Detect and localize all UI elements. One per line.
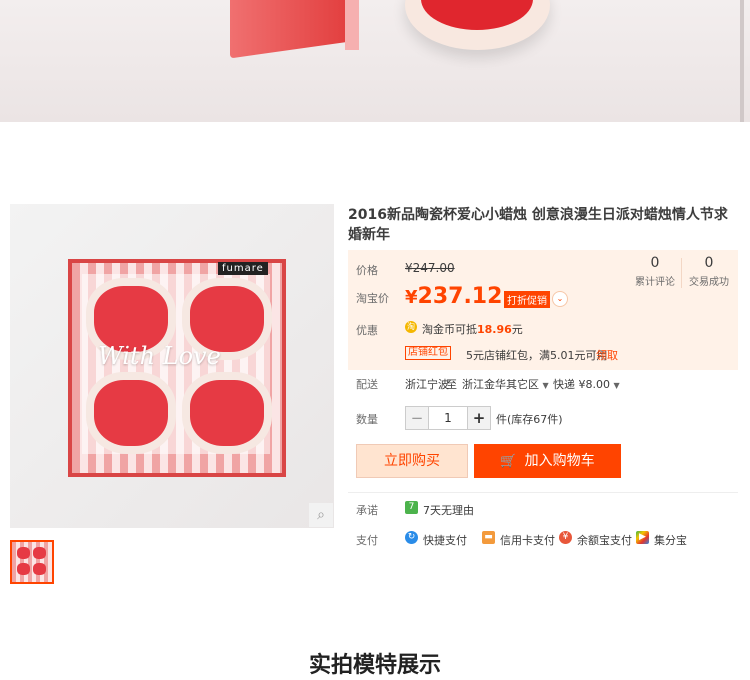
shipping-label: 配送	[356, 378, 378, 391]
ship-to-word: 至	[446, 378, 457, 391]
chevron-down-icon[interactable]: ⌄	[552, 291, 568, 307]
quantity-label: 数量	[356, 413, 378, 426]
price-label: 价格	[356, 264, 378, 277]
promo-tag: 打折促销	[504, 291, 550, 308]
quantity-stepper: − 1 +	[405, 406, 491, 430]
product-title: 2016新品陶瓷杯爱心小蜡烛 创意浪漫生日派对蜡烛情人节求婚新年	[348, 207, 728, 243]
sales-count-label: 交易成功	[689, 277, 729, 288]
ship-method-select[interactable]: 快递 ¥8.00 ▼	[553, 376, 620, 392]
promise-label: 承诺	[356, 504, 378, 517]
decrease-button[interactable]: −	[406, 407, 429, 429]
original-price: ¥247.00	[405, 261, 455, 275]
product-main-image[interactable]: fumare With Love	[10, 204, 334, 528]
seven-day-icon: 7	[405, 501, 418, 514]
jifenbao-icon: ▶	[636, 531, 649, 544]
top-banner-image	[0, 0, 750, 122]
add-to-cart-button[interactable]: 🛒 加入购物车	[474, 444, 621, 478]
banner-frame-edge	[740, 0, 744, 122]
buy-now-button[interactable]: 立即购买	[356, 444, 468, 478]
brand-label: fumare	[218, 262, 268, 275]
quantity-input[interactable]: 1	[429, 407, 467, 429]
quick-pay-icon: ↻	[405, 531, 418, 544]
taobao-coin-icon: 淘	[405, 321, 417, 333]
coin-discount-text: 淘金币可抵18.96元	[422, 321, 523, 337]
jifenbao-pay[interactable]: 集分宝	[654, 532, 687, 548]
claim-coupon-link[interactable]: 领取	[596, 347, 618, 363]
banner-gift-box	[230, 0, 350, 59]
current-price: ¥237.12	[405, 284, 502, 309]
stock-text: 件(库存67件)	[496, 413, 563, 426]
sales-count-stat[interactable]: 0 交易成功	[684, 255, 734, 288]
shop-coupon-text: 5元店铺红包，满5.01元可用	[466, 349, 608, 362]
ship-to-select[interactable]: 浙江金华其它区 ▼	[462, 376, 549, 392]
section-divider	[348, 492, 738, 493]
caret-down-icon: ▼	[542, 381, 549, 390]
credit-card-pay[interactable]: 信用卡支付	[500, 532, 555, 548]
banner-box-edge	[345, 0, 359, 50]
banner-heart-cup	[405, 0, 550, 50]
stat-divider	[681, 258, 682, 288]
price-panel: 价格 ¥247.00 淘宝价 ¥237.12 打折促销 ⌄ 0 累计评论 0 交…	[348, 250, 738, 370]
credit-card-icon: ▬	[482, 531, 495, 544]
heart-candle	[94, 380, 168, 446]
ship-to-value: 浙江金华其它区	[462, 378, 539, 391]
review-count-stat[interactable]: 0 累计评论	[630, 255, 680, 288]
ship-from: 浙江宁波	[405, 378, 449, 391]
current-price-value: 237.12	[417, 284, 503, 309]
caret-down-icon: ▼	[613, 381, 620, 390]
add-to-cart-label: 加入购物车	[524, 453, 595, 469]
seven-day-return[interactable]: 7天无理由	[423, 502, 474, 518]
package-script-text: With Love	[98, 342, 221, 370]
thumbnail-image[interactable]	[10, 540, 54, 584]
promo-price-label: 淘宝价	[356, 292, 389, 305]
review-count: 0	[650, 255, 660, 271]
quick-pay[interactable]: 快捷支付	[423, 532, 467, 548]
coin-unit: 元	[511, 323, 523, 336]
section-heading: 实拍模特展示	[308, 653, 441, 678]
coin-text: 淘金币可抵	[422, 323, 477, 336]
cart-icon: 🛒	[500, 454, 517, 469]
discount-label: 优惠	[356, 324, 378, 337]
sales-count: 0	[704, 255, 714, 271]
yuebao-icon: ¥	[559, 531, 572, 544]
coin-amount: 18.96	[477, 323, 512, 336]
zoom-icon[interactable]: ⌕	[309, 503, 333, 527]
heart-candle	[190, 380, 264, 446]
shop-coupon-tag: 店铺红包	[405, 346, 451, 360]
increase-button[interactable]: +	[467, 407, 490, 429]
ship-method-value: 快递 ¥8.00	[553, 378, 610, 391]
review-count-label: 累计评论	[635, 277, 675, 288]
currency-symbol: ¥	[405, 287, 418, 308]
payment-label: 支付	[356, 534, 378, 547]
yuebao-pay[interactable]: 余额宝支付	[577, 532, 632, 548]
